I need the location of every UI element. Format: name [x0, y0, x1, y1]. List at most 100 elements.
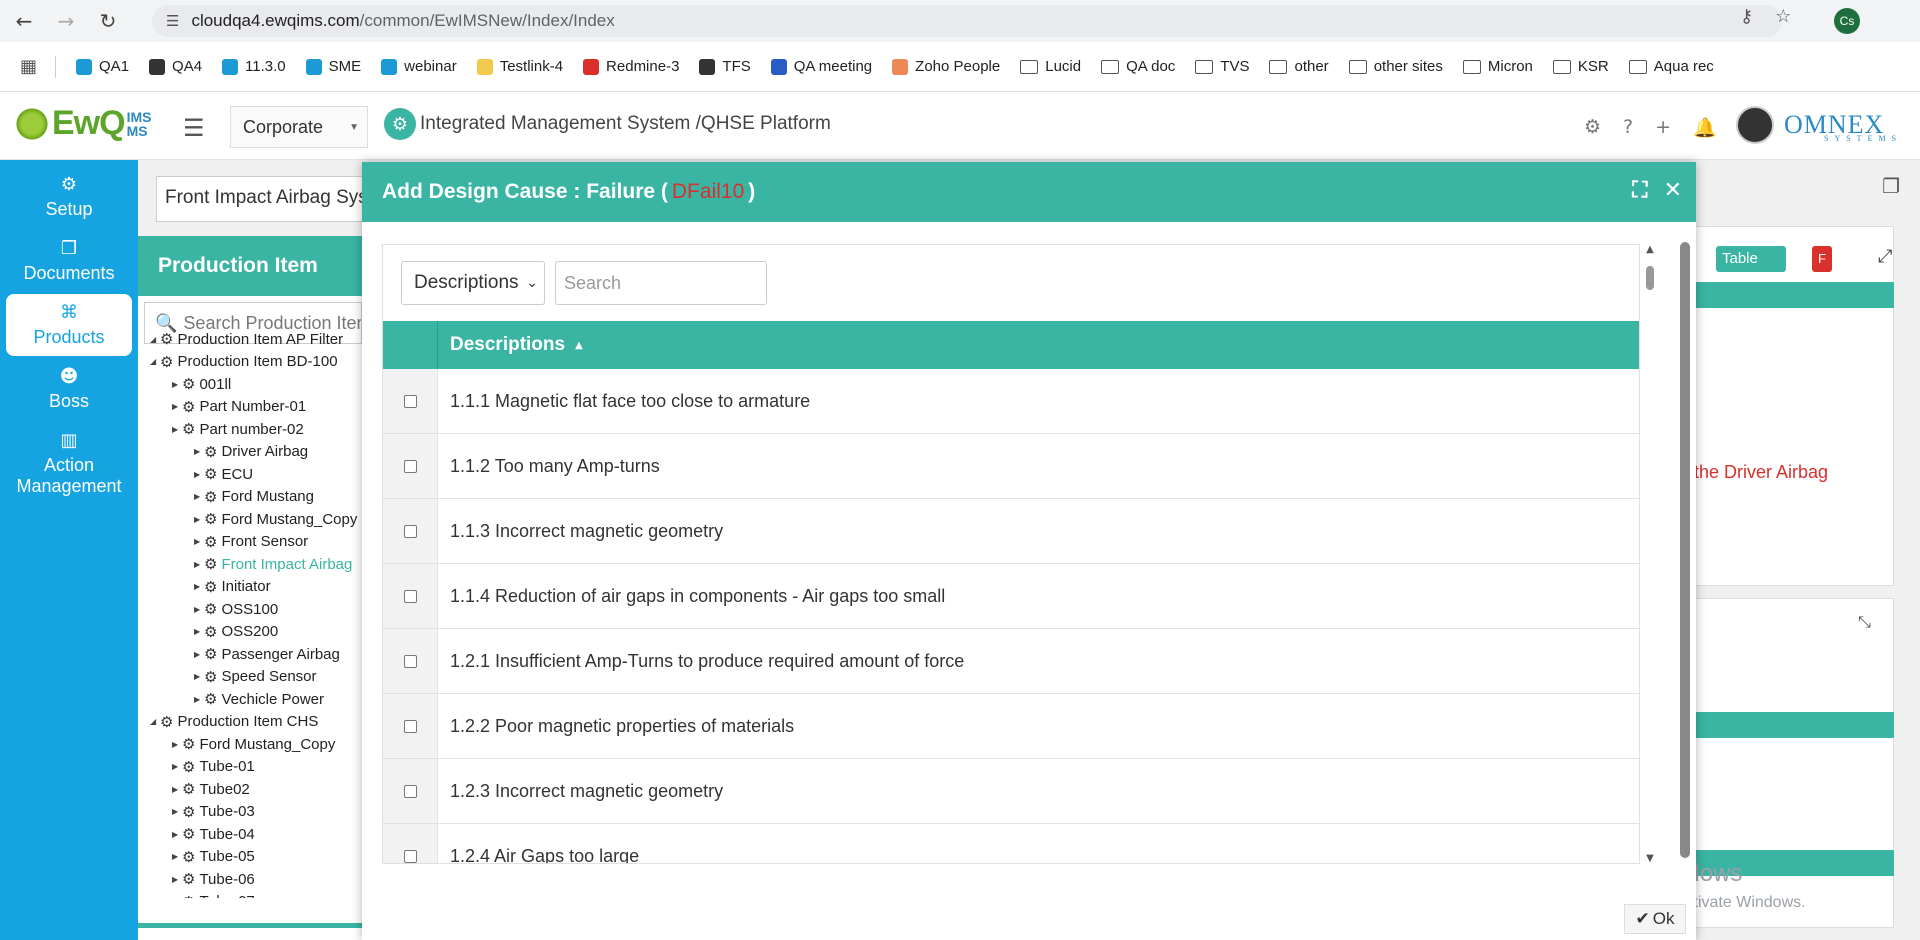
bookmark-item[interactable]: SME [305, 58, 361, 75]
tree-toggle-icon[interactable]: ▶ [194, 582, 204, 591]
tree-toggle-icon[interactable]: ▶ [172, 830, 182, 839]
tree-node[interactable]: ◢ ⚙ Production Item BD-100 [150, 351, 360, 374]
bookmark-item[interactable]: Aqua rec [1628, 58, 1714, 75]
row-checkbox[interactable] [403, 589, 417, 603]
tree-node[interactable]: ▶ ⚙ Tube02 [150, 778, 360, 801]
row-checkbox[interactable] [403, 394, 417, 408]
add-icon[interactable]: + [1655, 116, 1671, 139]
tree-node[interactable]: ▶ ⚙ OSS100 [150, 598, 360, 621]
tree-node[interactable]: ▶ ⚙ Front Impact Airbag [150, 553, 360, 576]
collapse-icon[interactable]: ⤡ [1858, 614, 1871, 632]
tree-node[interactable]: ▶ ⚙ Tube-06 [150, 868, 360, 891]
apps-grid-icon[interactable]: ▦ [20, 56, 37, 77]
hamburger-menu-icon[interactable]: ☰ [183, 114, 205, 142]
nav-action-management[interactable]: ▥ Action Management [6, 422, 132, 505]
tree-node[interactable]: ▶ ⚙ Driver Airbag [150, 441, 360, 464]
reload-icon[interactable]: ↻ [90, 3, 126, 39]
tree-toggle-icon[interactable]: ▶ [194, 650, 204, 659]
bookmark-item[interactable]: Lucid [1020, 58, 1081, 75]
tree-toggle-icon[interactable]: ▶ [194, 560, 204, 569]
row-checkbox[interactable] [403, 524, 417, 538]
bookmark-item[interactable]: QA meeting [770, 58, 872, 75]
user-avatar[interactable] [1736, 106, 1774, 144]
scroll-up-icon[interactable]: ▲ [1643, 244, 1657, 255]
tree-toggle-icon[interactable]: ▶ [172, 785, 182, 794]
tree-toggle-icon[interactable]: ▶ [194, 470, 204, 479]
tree-node[interactable]: ▶ ⚙ Tube-03 [150, 801, 360, 824]
tree-node[interactable]: ▶ ⚙ Ford Mustang_Copy [150, 733, 360, 756]
nav-boss[interactable]: ☻ Boss [6, 358, 132, 420]
tree-node[interactable]: ▶ ⚙ Passenger Airbag [150, 643, 360, 666]
tree-toggle-icon[interactable]: ▶ [172, 852, 182, 861]
descriptions-column-header[interactable]: Descriptions ▲ [438, 321, 583, 369]
bookmark-item[interactable]: Zoho People [892, 58, 1000, 75]
tree-node[interactable]: ▶ ⚙ Speed Sensor [150, 666, 360, 689]
tree-toggle-icon[interactable]: ▶ [194, 537, 204, 546]
sort-icon[interactable]: ▲ [575, 340, 583, 351]
tree-node[interactable]: ▶ ⚙ 001ll [150, 373, 360, 396]
tree-node[interactable]: ◢ ⚙ Production Item AP Filter [150, 328, 360, 351]
profile-avatar[interactable]: Cs [1834, 8, 1860, 34]
row-checkbox[interactable] [403, 719, 417, 733]
nav-setup[interactable]: ⚙ Setup [6, 166, 132, 228]
tree-toggle-icon[interactable]: ▶ [172, 380, 182, 389]
modal-scrollbar[interactable] [1678, 228, 1692, 878]
tree-toggle-icon[interactable]: ◢ [150, 357, 160, 366]
site-info-icon[interactable]: ☰ [166, 12, 179, 30]
tree-toggle-icon[interactable]: ▶ [194, 492, 204, 501]
tree-toggle-icon[interactable]: ▶ [172, 425, 182, 434]
bookmark-item[interactable]: KSR [1552, 58, 1609, 75]
bookmark-item[interactable]: TVS [1195, 58, 1249, 75]
bookmark-item[interactable]: QA doc [1101, 58, 1175, 75]
tree-node[interactable]: ▶ ⚙ Part Number-01 [150, 396, 360, 419]
tree-toggle-icon[interactable]: ◢ [150, 717, 160, 726]
bookmark-item[interactable]: Testlink-4 [476, 58, 563, 75]
close-icon[interactable]: ✕ [1664, 178, 1682, 203]
ewqims-logo[interactable]: EwQ IMS MS [14, 104, 151, 143]
bookmark-item[interactable]: Redmine-3 [583, 58, 679, 75]
settings-gear-icon[interactable]: ⚙ [1584, 116, 1601, 139]
modal-scroll-thumb[interactable] [1680, 242, 1690, 858]
tree-node[interactable]: ▶⚙ Tube-07 [150, 891, 360, 898]
bookmark-item[interactable]: other sites [1348, 58, 1443, 75]
f-badge[interactable]: F [1812, 246, 1832, 272]
tree-node[interactable]: ▶ ⚙ Front Sensor [150, 531, 360, 554]
tree-toggle-icon[interactable]: ▶ [172, 875, 182, 884]
tree-node[interactable]: ▶ ⚙ Ford Mustang_Copy [150, 508, 360, 531]
bookmark-item[interactable]: 11.3.0 [222, 58, 286, 75]
bookmark-item[interactable]: TFS [699, 58, 751, 75]
notification-bell-icon[interactable]: 🔔 [1693, 116, 1717, 139]
bookmark-star-icon[interactable]: ☆ [1775, 6, 1791, 27]
grid-scrollbar[interactable]: ▲ ▼ [1643, 244, 1657, 864]
expand-icon[interactable]: ⤢ [1878, 246, 1892, 267]
scroll-thumb[interactable] [1646, 266, 1654, 290]
row-checkbox[interactable] [403, 849, 417, 863]
tree-node[interactable]: ▶ ⚙ Tube-05 [150, 846, 360, 869]
tree-node[interactable]: ▶ ⚙ Initiator [150, 576, 360, 599]
tree-toggle-icon[interactable]: ▶ [172, 402, 182, 411]
tree-node[interactable]: ▶ ⚙ OSS200 [150, 621, 360, 644]
tree-node[interactable]: ▶ ⚙ Ford Mustang [150, 486, 360, 509]
tree-node[interactable]: ◢ ⚙ Production Item CHS [150, 711, 360, 734]
nav-documents[interactable]: ❐ Documents [6, 230, 132, 292]
tree-toggle-icon[interactable]: ▶ [172, 762, 182, 771]
layers-icon[interactable]: ❐ [1882, 174, 1900, 198]
tree-toggle-icon[interactable]: ▶ [194, 515, 204, 524]
ok-button[interactable]: ✔ Ok [1624, 904, 1686, 934]
row-checkbox[interactable] [403, 459, 417, 473]
tree-node[interactable]: ▶ ⚙ Tube-01 [150, 756, 360, 779]
tree-node[interactable]: ▶ ⚙ Part number-02 [150, 418, 360, 441]
tree-toggle-icon[interactable]: ▶ [194, 605, 204, 614]
column-select[interactable]: Descriptions ⌄ [401, 261, 545, 305]
tree-toggle-icon[interactable]: ▶ [194, 627, 204, 636]
forward-icon[interactable]: → [48, 3, 84, 39]
address-bar[interactable]: ☰ cloudqa4.ewqims.com/common/EwIMSNew/In… [152, 5, 1782, 37]
tree-toggle-icon[interactable]: ◢ [150, 335, 160, 344]
help-icon[interactable]: ? [1623, 116, 1633, 139]
tree-toggle-icon[interactable]: ▶ [194, 672, 204, 681]
organization-select[interactable]: Corporate ▼ [230, 106, 368, 148]
back-icon[interactable]: ← [6, 3, 42, 39]
tree-toggle-icon[interactable]: ▶ [172, 807, 182, 816]
bookmark-item[interactable]: other [1269, 58, 1329, 75]
bookmark-item[interactable]: Micron [1462, 58, 1533, 75]
